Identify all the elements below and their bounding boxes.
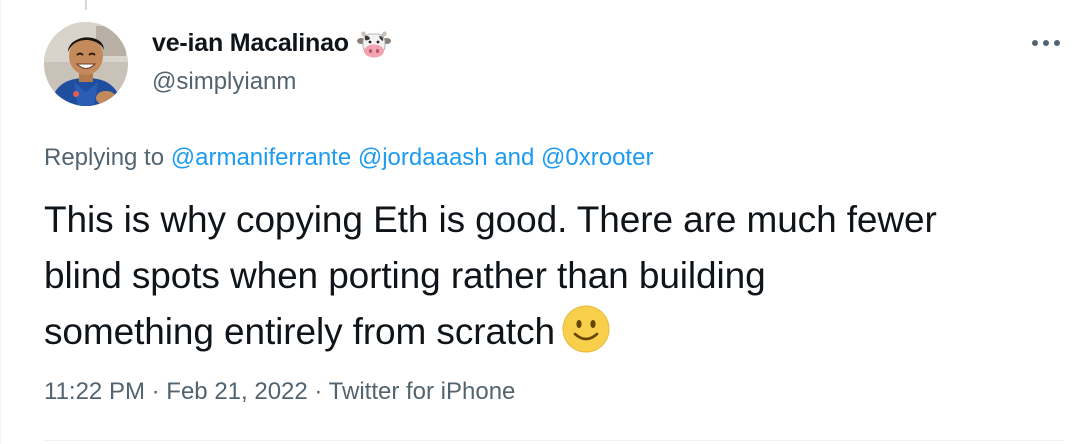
- mention-conjunction[interactable]: and: [494, 144, 534, 171]
- bottom-divider: [44, 440, 1064, 441]
- tweet-source[interactable]: Twitter for iPhone: [329, 378, 516, 405]
- meta-separator-2: ·: [314, 378, 323, 405]
- mention-link-jordaaash[interactable]: @jordaaash: [358, 144, 488, 171]
- replying-to-label: Replying to: [44, 144, 165, 171]
- thread-connector-line: [85, 0, 87, 10]
- tweet-date[interactable]: Feb 21, 2022: [166, 378, 307, 405]
- more-options-button[interactable]: [1028, 28, 1064, 58]
- mention-link-armaniferrante[interactable]: @armaniferrante: [171, 144, 351, 171]
- left-border: [0, 0, 1, 444]
- tweet-time[interactable]: 11:22 PM: [44, 378, 145, 405]
- cow-face-icon: [356, 28, 391, 60]
- mention-link-0xrooter[interactable]: @0xrooter: [541, 144, 653, 171]
- display-name[interactable]: ve-ian Macalinao: [152, 26, 349, 60]
- avatar-photo: [44, 22, 128, 106]
- replying-to-line: Replying to @armaniferrante @jordaaash a…: [44, 142, 653, 174]
- author-handle[interactable]: @simplyianm: [152, 66, 296, 98]
- tweet-text-line-3-text: something entirely from scratch: [44, 311, 555, 352]
- author-name-row: ve-ian Macalinao: [152, 26, 391, 60]
- tweet-text-line-3: something entirely from scratch: [44, 304, 1054, 360]
- tweet-text-line-1: This is why copying Eth is good. There a…: [44, 199, 937, 240]
- tweet-text-line-2: blind spots when porting rather than bui…: [44, 255, 766, 296]
- avatar[interactable]: [44, 22, 128, 106]
- meta-separator-1: ·: [151, 378, 160, 405]
- tweet-text: This is why copying Eth is good. There a…: [44, 192, 1054, 360]
- slightly-smiling-face-icon: [561, 304, 611, 354]
- tweet-meta: 11:22 PM · Feb 21, 2022 · Twitter for iP…: [44, 376, 515, 408]
- more-horizontal-icon: [1032, 40, 1060, 46]
